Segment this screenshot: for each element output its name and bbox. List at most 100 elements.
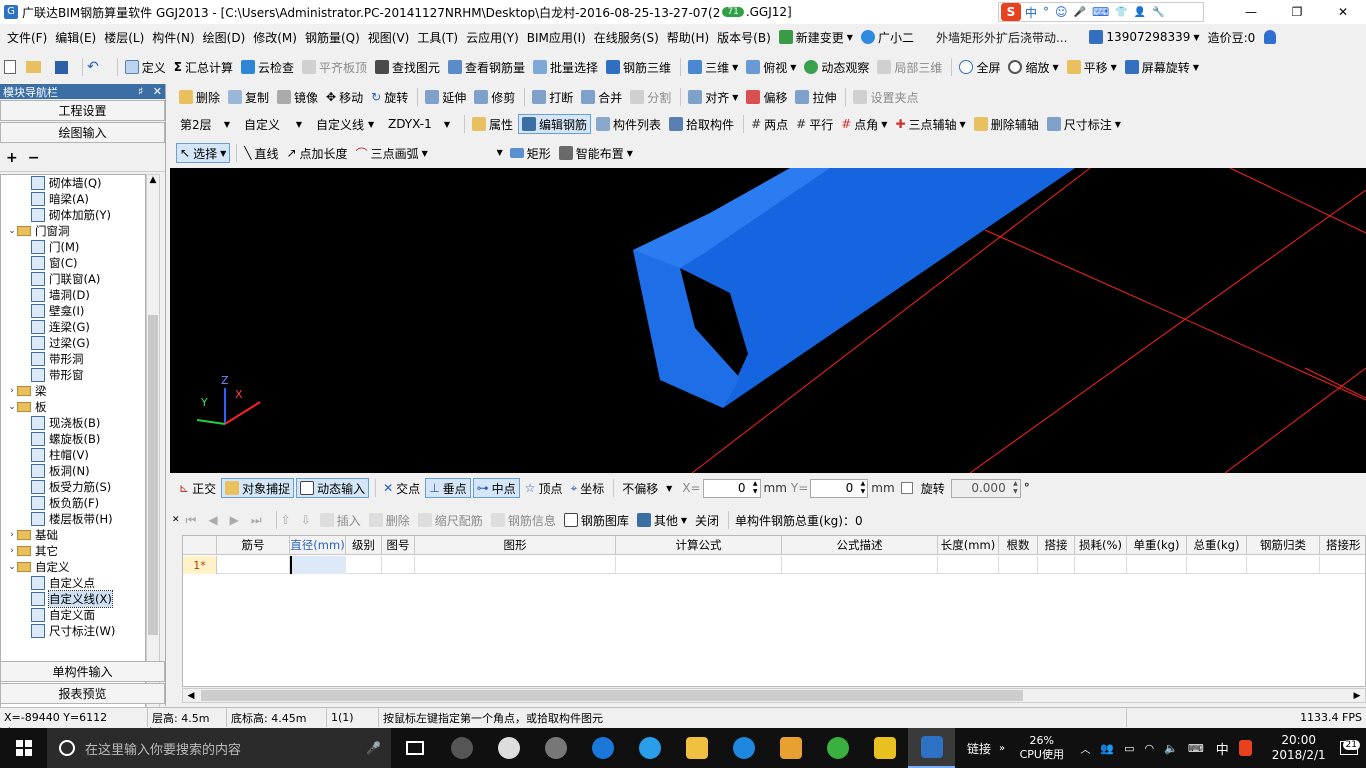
set-grip-button[interactable]: 设置夹点: [850, 87, 921, 107]
tree-item[interactable]: 连梁(G): [1, 319, 145, 335]
expand-toggle-icon[interactable]: ›: [7, 386, 17, 396]
tree-item[interactable]: 螺旋板(B): [1, 431, 145, 447]
tray-expand-icon[interactable]: ︿: [1080, 741, 1090, 756]
3d-viewport[interactable]: Z X Y: [170, 168, 1366, 473]
formula-desc-cell[interactable]: [782, 556, 938, 574]
bar-no-cell[interactable]: [217, 556, 290, 574]
taskbar-app-help[interactable]: [861, 728, 908, 768]
report-preview-button[interactable]: 报表预览: [0, 683, 165, 704]
dynamic-orbit-button[interactable]: 动态观察: [801, 57, 872, 77]
tree-item[interactable]: 砌体加筋(Y): [1, 207, 145, 223]
collapse-all-icon[interactable]: −: [28, 150, 40, 166]
tree-item[interactable]: 砌体墙(Q): [1, 175, 145, 191]
rebar-info-button[interactable]: 钢筋信息: [488, 510, 559, 530]
delete-aux-axis-button[interactable]: 删除辅轴: [971, 114, 1042, 134]
break-button[interactable]: 打断: [529, 87, 576, 107]
menu-view[interactable]: 视图(V): [365, 27, 413, 47]
total-weight-cell[interactable]: [1187, 556, 1247, 574]
mirror-button[interactable]: 镜像: [274, 87, 321, 107]
zoom-dropdown[interactable]: 缩放 ▼: [1005, 57, 1061, 77]
ime-punct-icon[interactable]: °: [1043, 5, 1049, 19]
col-grade[interactable]: 级别: [346, 536, 382, 555]
col-loss[interactable]: 损耗(%): [1075, 536, 1127, 555]
move-down-icon[interactable]: ⇩: [301, 513, 311, 527]
parallel-button[interactable]: # 平行: [793, 114, 836, 134]
tree-item[interactable]: 板受力筋(S): [1, 479, 145, 495]
midpoint-toggle[interactable]: ⊶ 中点: [472, 478, 520, 498]
move-button[interactable]: ✥ 移动: [323, 87, 366, 107]
point-length-button[interactable]: ↗ 点加长度: [283, 143, 350, 163]
select-dropdown[interactable]: ↖ 选择 ▼: [176, 143, 231, 163]
taskbar-search[interactable]: 在这里输入你要搜索的内容 🎤: [47, 728, 391, 768]
single-component-input-button[interactable]: 单构件输入: [0, 661, 165, 682]
tree-folder[interactable]: ⌄ 板: [1, 399, 145, 415]
open-file-icon[interactable]: [26, 61, 41, 73]
maximize-button[interactable]: ❐: [1274, 5, 1320, 19]
drawing-input-button[interactable]: 绘图输入: [0, 122, 165, 143]
intersection-toggle[interactable]: ✕ 交点: [380, 478, 423, 498]
pan-dropdown[interactable]: 平移 ▼: [1064, 57, 1120, 77]
arc-option-dropdown[interactable]: ▼: [433, 144, 503, 162]
pick-component-button[interactable]: 拾取构件: [666, 114, 737, 134]
price-beans[interactable]: 造价豆:0: [1205, 27, 1259, 47]
close-button[interactable]: ✕: [1320, 5, 1366, 19]
save-icon[interactable]: [55, 60, 68, 74]
vertex-toggle[interactable]: ☆ 顶点: [522, 478, 566, 498]
tree-folder[interactable]: › 其它: [1, 543, 145, 559]
table-scrollbar[interactable]: ◀ ▶: [182, 688, 1366, 703]
tree-item[interactable]: 门(M): [1, 239, 145, 255]
tree-item[interactable]: 暗梁(A): [1, 191, 145, 207]
type-select[interactable]: 自定义线 ▼: [312, 115, 378, 134]
loss-cell[interactable]: [1075, 556, 1127, 574]
length-cell[interactable]: [938, 556, 999, 574]
tray-wifi-icon[interactable]: ◠: [1145, 742, 1155, 755]
tree-folder[interactable]: ⌄ 门窗洞: [1, 223, 145, 239]
extend-button[interactable]: 延伸: [422, 87, 469, 107]
view-3d-dropdown[interactable]: 三维 ▼: [685, 57, 741, 77]
tray-ime-mode[interactable]: 中: [1216, 739, 1229, 758]
align-slab-top-button[interactable]: 平齐板顶: [299, 57, 370, 77]
properties-button[interactable]: 属性: [469, 114, 516, 134]
perpendicular-toggle[interactable]: ⊥ 垂点: [425, 478, 471, 498]
tree-item[interactable]: 自定义点: [1, 575, 145, 591]
menu-floor[interactable]: 楼层(L): [101, 27, 147, 47]
smart-layout-dropdown[interactable]: 智能布置 ▼: [556, 143, 636, 163]
three-point-arc-dropdown[interactable]: ⌒ 三点画弧 ▼: [353, 143, 431, 163]
col-category[interactable]: 钢筋归类: [1247, 536, 1320, 555]
tree-folder[interactable]: › 基础: [1, 527, 145, 543]
menu-cloud[interactable]: 云应用(Y): [463, 27, 522, 47]
taskbar-app-fan[interactable]: [438, 728, 485, 768]
scroll-right-icon[interactable]: ▶: [1349, 691, 1365, 701]
new-file-icon[interactable]: [4, 60, 16, 74]
taskbar-app-glodon[interactable]: [720, 728, 767, 768]
tree-item[interactable]: 带形洞: [1, 351, 145, 367]
scroll-left-icon[interactable]: ◀: [183, 691, 199, 701]
tree-item[interactable]: 板负筋(F): [1, 495, 145, 511]
panel-close-icon[interactable]: ✕: [153, 85, 162, 98]
tree-item[interactable]: 现浇板(B): [1, 415, 145, 431]
col-formula-desc[interactable]: 公式描述: [782, 536, 938, 555]
diameter-cell[interactable]: [290, 556, 346, 574]
hscroll-thumb[interactable]: [201, 690, 1023, 701]
menu-component[interactable]: 构件(N): [149, 27, 197, 47]
scale-rebar-button[interactable]: 缩尺配筋: [415, 510, 486, 530]
offset-select[interactable]: 不偏移 ▼: [618, 479, 676, 498]
scroll-up-icon[interactable]: ▲: [147, 175, 159, 189]
tree-item[interactable]: 窗(C): [1, 255, 145, 271]
object-snap-toggle[interactable]: 对象捕捉: [221, 478, 295, 498]
ime-toolbar[interactable]: S 中 ° ☺ 🎤 ⌨ 👕 👤 🔧: [998, 2, 1204, 22]
link-toolbar[interactable]: 链接: [967, 740, 991, 757]
tray-volume-icon[interactable]: 🔈: [1164, 742, 1178, 755]
insert-button[interactable]: 插入: [317, 510, 364, 530]
new-change-button[interactable]: 新建变更 ▼: [776, 27, 856, 47]
menu-bim[interactable]: BIM应用(I): [524, 27, 589, 47]
tray-people-icon[interactable]: 👥: [1100, 742, 1114, 755]
col-unit-weight[interactable]: 单重(kg): [1127, 536, 1187, 555]
rotate-input[interactable]: 0.000 ▲ ▼: [950, 478, 1021, 498]
taskbar-app-spiral[interactable]: [532, 728, 579, 768]
action-center-button[interactable]: 21: [1332, 728, 1366, 768]
start-button[interactable]: [0, 728, 47, 768]
tree-scrollbar[interactable]: ▲ ▼: [146, 174, 160, 724]
split-button[interactable]: 分割: [627, 87, 674, 107]
menu-rebar-qty[interactable]: 钢筋量(Q): [302, 27, 363, 47]
